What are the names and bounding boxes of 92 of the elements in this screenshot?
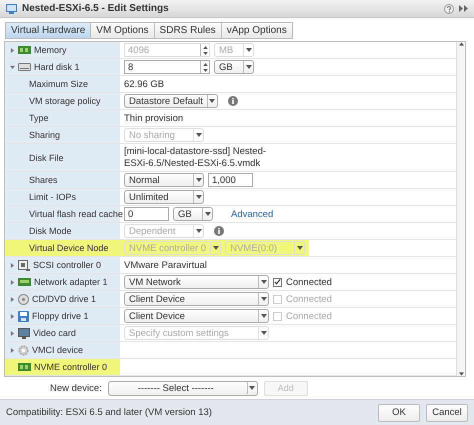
caret-icon[interactable] [10,64,15,70]
new-device-label: New device: [50,382,102,394]
caret-icon[interactable] [10,262,15,268]
dropdown-arrow-icon [196,133,202,137]
monitor-icon [18,328,30,338]
checkbox-label: Connected [286,294,332,304]
caret-icon[interactable] [10,330,15,336]
network-card-icon [18,278,31,286]
up-arrow-icon [202,46,208,48]
down-arrow-icon [202,52,208,54]
tab[interactable]: SDRS Rules [154,22,222,39]
dropdown[interactable]: VM Network [124,275,269,289]
row-label: Virtual flash read cache [29,209,123,219]
controller-icon [18,260,30,270]
scroll-up-icon[interactable] [458,42,464,46]
row-label: NVME controller 0 [34,362,108,372]
device-select[interactable]: ------- Select ------- [108,380,258,396]
unit-dropdown[interactable]: GB [214,60,254,74]
input-field[interactable]: 1,000 [208,173,253,187]
tab[interactable]: Virtual Hardware [5,22,92,39]
value-text: 62.96 GB [124,78,164,90]
row-label: VMCI device [32,345,84,355]
dropdown[interactable]: Unlimited [124,190,204,204]
help-icon[interactable] [444,4,454,14]
dropdown-arrow-icon [212,246,219,250]
dropdown-arrow-icon [204,212,210,216]
dropdown[interactable]: Normal [124,173,204,187]
caret-icon[interactable] [10,280,15,284]
floppy-icon [18,310,29,322]
dropdown-arrow-icon [249,386,256,390]
gear-icon [18,344,29,356]
dropdown-arrow-icon [196,195,202,199]
row-label: Floppy drive 1 [32,311,89,321]
dropdown-arrow-icon [260,331,266,335]
double-chevron-icon[interactable] [459,5,468,12]
row-label: Network adapter 1 [34,277,108,287]
disc-icon [18,294,29,304]
tab[interactable]: VM Options [90,22,155,39]
window-title: Nested-ESXi-6.5 - Edit Settings [22,3,170,14]
row-label: Virtual Device Node [29,243,108,253]
vm-icon [6,4,17,14]
input-field[interactable]: 0 [124,207,169,221]
row-label: Hard disk 1 [34,62,80,72]
row-label: VM storage policy [29,96,101,106]
memory-chip-icon [18,363,31,371]
dropdown-arrow-icon [260,314,266,318]
info-icon[interactable] [228,96,238,106]
down-arrow-icon [202,68,208,72]
row-label: Disk Mode [29,226,72,236]
row-label: CD/DVD drive 1 [32,294,96,304]
caret-icon[interactable] [10,348,15,352]
unit-dropdown[interactable]: GB [173,207,213,221]
checkbox-label: Connected [286,310,332,322]
row-label: SCSI controller 0 [33,260,102,270]
row-label: Limit - IOPs [29,192,76,202]
dropdown-arrow-icon [196,229,202,233]
memory-chip-icon [18,46,31,54]
advanced-link[interactable]: Advanced [231,208,274,220]
scroll-down-icon[interactable] [458,372,464,376]
number-spinner[interactable]: 8 [124,60,210,74]
tab[interactable]: vApp Options [220,22,293,39]
row-label: Video card [33,328,76,338]
checkbox-label: Connected [286,276,332,288]
dropdown-arrow-icon [296,246,303,250]
row-label: Type [29,113,49,123]
dropdown-arrow-icon [209,99,216,103]
caret-icon[interactable] [10,296,15,302]
row-label: Shares [29,175,58,185]
caret-icon[interactable] [10,314,15,318]
row-label: Maximum Size [29,79,88,89]
value-text: Thin provision [124,112,184,124]
dropdown-arrow-icon [246,65,252,69]
caret-icon[interactable] [10,48,15,52]
checkbox[interactable] [273,278,282,286]
dropdown[interactable]: Datastore Default [124,94,218,108]
value-text: [mini-local-datastore-ssd] Nested-ESXi-6.5/Nested-ESXi-6.5.vmdk [124,146,268,170]
dropdown[interactable]: Client Device [124,292,269,306]
dropdown-arrow-icon [246,48,252,52]
row-label: Disk File [29,152,64,162]
dropdown[interactable]: Client Device [124,309,269,323]
dropdown-arrow-icon [196,178,202,182]
row-label: Sharing [29,130,60,140]
ok-button[interactable]: OK [378,404,420,422]
scrollbar[interactable] [456,42,465,376]
row-label: Memory [34,45,67,55]
cancel-button[interactable]: Cancel [426,404,468,422]
info-icon[interactable] [214,226,224,236]
value-text: VMware Paravirtual [124,260,207,270]
compatibility-text: Compatibility: ESXi 6.5 and later (VM version 13) [6,407,213,418]
up-arrow-icon [202,62,208,66]
dropdown-arrow-icon [260,297,266,301]
dropdown-arrow-icon [260,280,266,284]
